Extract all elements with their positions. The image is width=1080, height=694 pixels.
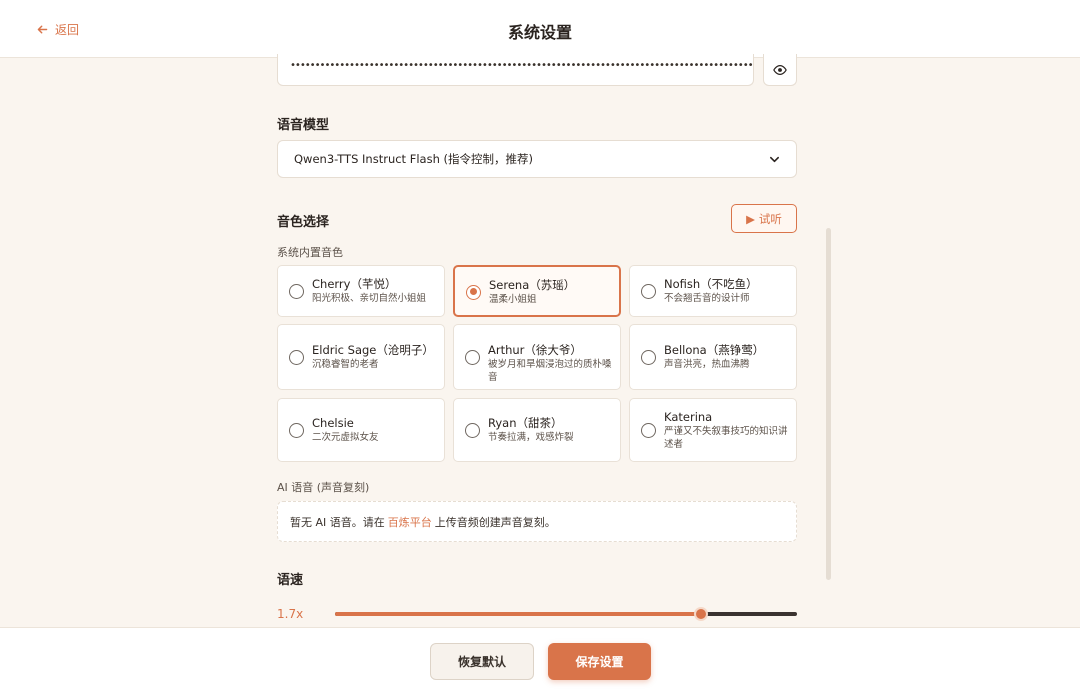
voice-card[interactable]: Ryan（甜茶） 节奏拉满，戏感炸裂	[453, 398, 621, 462]
voice-desc: 声音洪亮，热血沸腾	[664, 359, 750, 370]
eye-icon	[773, 64, 787, 75]
toggle-visibility-button[interactable]	[763, 54, 797, 86]
voice-card-text: Eldric Sage（沧明子） 沉稳睿智的老者	[312, 343, 436, 371]
voice-name: Nofish（不吃鱼）	[664, 277, 758, 291]
slider-thumb[interactable]	[693, 607, 708, 621]
chevron-down-icon	[770, 156, 779, 162]
voice-name: Katerina	[664, 409, 713, 424]
voice-radio[interactable]	[465, 422, 480, 438]
voice-model-label: 语音模型	[277, 118, 330, 133]
voice-radio[interactable]	[466, 284, 481, 300]
voice-radio[interactable]	[641, 349, 656, 365]
slider-fill	[335, 612, 701, 616]
api-key-input[interactable]: ••••••••••••••••••••••••••••••••••••••••…	[277, 54, 754, 86]
voice-radio[interactable]	[289, 349, 304, 365]
voice-card-text: Serena（苏瑶） 温柔小姐姐	[489, 278, 611, 306]
voice-desc: 沉稳睿智的老者	[312, 359, 379, 370]
preview-button[interactable]: ▶ 试听	[731, 204, 797, 233]
voice-radio[interactable]	[289, 283, 304, 299]
voice-card-text: Bellona（燕铮莺） 声音洪亮，热血沸腾	[664, 343, 788, 371]
voice-card-text: Chelsie 二次元虚拟女友	[312, 416, 436, 444]
voice-card[interactable]: Arthur（徐大爷） 被岁月和旱烟浸泡过的质朴嗓音	[453, 324, 621, 390]
voice-model-select[interactable]: Qwen3-TTS Instruct Flash (指令控制，推荐)	[277, 140, 797, 178]
ai-voice-empty: 暂无 AI 语音。请在 百炼平台 上传音频创建声音复刻。	[277, 501, 797, 542]
voice-desc: 不会翘舌音的设计师	[664, 293, 750, 304]
speed-value: 1.7x	[277, 607, 304, 621]
voice-desc: 被岁月和旱烟浸泡过的质朴嗓音	[488, 359, 612, 383]
voice-card-text: Katerina 严谨又不失叙事技巧的知识讲述者	[664, 410, 788, 451]
voice-name: Serena（苏瑶）	[489, 278, 576, 292]
voice-card[interactable]: Eldric Sage（沧明子） 沉稳睿智的老者	[277, 324, 445, 390]
voice-radio[interactable]	[641, 283, 656, 299]
voice-radio[interactable]	[289, 422, 304, 438]
voice-radio[interactable]	[465, 349, 480, 365]
voice-name: Ryan（甜茶）	[488, 416, 563, 430]
reset-defaults-button[interactable]: 恢复默认	[430, 643, 534, 680]
voice-card[interactable]: Chelsie 二次元虚拟女友	[277, 398, 445, 462]
voice-desc: 温柔小姐姐	[489, 294, 537, 305]
bailian-link[interactable]: 百炼平台	[388, 514, 432, 530]
voice-name: Eldric Sage（沧明子）	[312, 343, 434, 357]
ai-voice-label: AI 语音 (声音复刻)	[277, 481, 370, 494]
voice-desc: 严谨又不失叙事技巧的知识讲述者	[664, 425, 788, 450]
page-title: 系统设置	[507, 23, 572, 42]
voice-card[interactable]: Serena（苏瑶） 温柔小姐姐	[453, 265, 621, 317]
header: 返回 系统设置	[0, 0, 1080, 58]
speed-slider[interactable]	[335, 606, 797, 622]
voice-desc: 节奏拉满，戏感炸裂	[488, 432, 574, 443]
api-key-row: ••••••••••••••••••••••••••••••••••••••••…	[277, 54, 797, 86]
builtin-voices-label: 系统内置音色	[277, 246, 343, 259]
voice-radio[interactable]	[641, 422, 656, 438]
voice-card[interactable]: Katerina 严谨又不失叙事技巧的知识讲述者	[629, 398, 797, 462]
ai-empty-suffix: 上传音频创建声音复刻。	[434, 515, 556, 529]
voice-card[interactable]: Cherry（芊悦） 阳光积极、亲切自然小姐姐	[277, 265, 445, 317]
voice-card-text: Arthur（徐大爷） 被岁月和旱烟浸泡过的质朴嗓音	[488, 343, 612, 384]
voice-card-text: Ryan（甜茶） 节奏拉满，戏感炸裂	[488, 416, 612, 444]
save-settings-button[interactable]: 保存设置	[548, 643, 651, 680]
voice-card-text: Cherry（芊悦） 阳光积极、亲切自然小姐姐	[312, 277, 436, 305]
preview-label: 试听	[758, 211, 782, 226]
ai-empty-prefix: 暂无 AI 语音。请在	[290, 515, 385, 529]
voice-select-label: 音色选择	[277, 215, 330, 230]
voice-model-value: Qwen3-TTS Instruct Flash (指令控制，推荐)	[294, 152, 533, 166]
footer: 恢复默认 保存设置	[0, 627, 1080, 694]
voice-name: Arthur（徐大爷）	[488, 343, 582, 357]
play-icon: ▶	[746, 211, 755, 226]
voice-name: Bellona（燕铮莺）	[664, 343, 765, 357]
voice-desc: 二次元虚拟女友	[312, 432, 379, 443]
voice-desc: 阳光积极、亲切自然小姐姐	[312, 293, 427, 304]
voice-card[interactable]: Bellona（燕铮莺） 声音洪亮，热血沸腾	[629, 324, 797, 390]
scrollbar[interactable]	[826, 228, 831, 580]
voice-card-text: Nofish（不吃鱼） 不会翘舌音的设计师	[664, 277, 788, 305]
speed-label: 语速	[277, 573, 304, 588]
voice-name: Cherry（芊悦）	[312, 277, 397, 291]
voice-name: Chelsie	[312, 416, 354, 430]
voice-card[interactable]: Nofish（不吃鱼） 不会翘舌音的设计师	[629, 265, 797, 317]
